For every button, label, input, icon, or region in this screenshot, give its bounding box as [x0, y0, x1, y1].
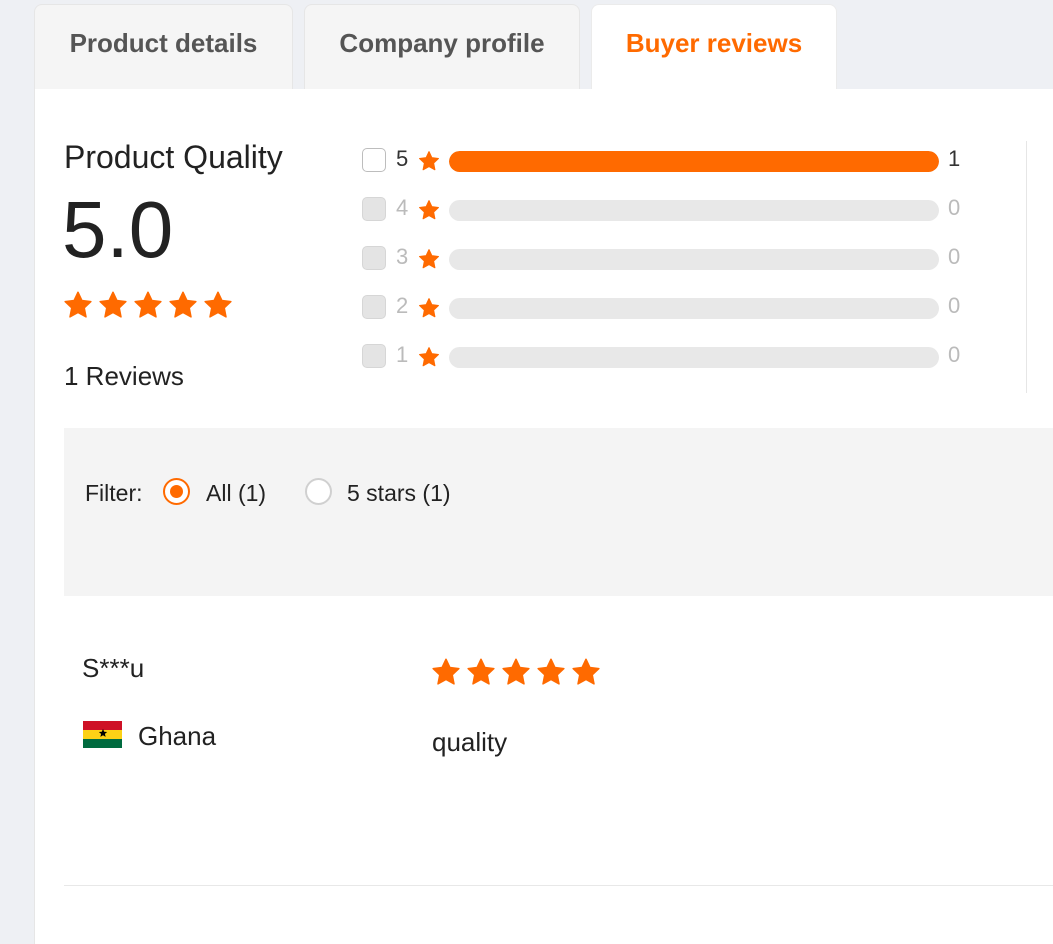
review-stars — [431, 657, 601, 687]
star-icon — [63, 290, 93, 320]
star-icon — [536, 657, 566, 687]
filter-all-radio[interactable] — [163, 478, 190, 505]
filter-all-label[interactable]: All (1) — [206, 480, 266, 507]
star-icon — [501, 657, 531, 687]
rating-row-4: 40 — [362, 195, 1002, 225]
rating-bar — [449, 249, 939, 270]
rating-row-2: 20 — [362, 293, 1002, 323]
rating-number: 5 — [396, 146, 409, 171]
rating-bar — [449, 298, 939, 319]
product-quality-score: 5.0 — [62, 185, 174, 274]
rating-count: 1 — [948, 146, 961, 171]
rating-row-5: 51 — [362, 146, 1002, 176]
rating-bar — [449, 347, 939, 368]
vertical-divider — [1026, 141, 1027, 393]
tab-company-profile[interactable]: Company profile — [304, 4, 580, 90]
ghana-flag-icon — [83, 721, 122, 748]
rating-count: 0 — [948, 195, 961, 220]
tab-buyer-reviews[interactable]: Buyer reviews — [591, 4, 837, 91]
rating-checkbox[interactable] — [362, 246, 386, 270]
star-icon — [418, 297, 440, 319]
star-icon — [418, 346, 440, 368]
rating-checkbox[interactable] — [362, 344, 386, 368]
rating-checkbox[interactable] — [362, 148, 386, 172]
tab-bar: Product details Company profile Buyer re… — [34, 4, 1053, 91]
rating-number: 1 — [396, 342, 409, 367]
rating-checkbox[interactable] — [362, 197, 386, 221]
star-icon — [203, 290, 233, 320]
tab-product-details[interactable]: Product details — [34, 4, 293, 90]
star-icon — [418, 150, 440, 172]
filter-5-stars-radio[interactable] — [305, 478, 332, 505]
filter-label: Filter: — [85, 480, 143, 506]
filter-bar: Filter: All (1) 5 stars (1) — [64, 428, 1053, 596]
rating-count: 0 — [948, 342, 961, 367]
filter-5-stars-label[interactable]: 5 stars (1) — [347, 480, 451, 507]
star-icon — [168, 290, 198, 320]
rating-row-1: 10 — [362, 342, 1002, 372]
rating-number: 2 — [396, 293, 409, 318]
product-quality-title: Product Quality — [64, 139, 283, 175]
rating-count: 0 — [948, 244, 961, 269]
rating-bar — [449, 151, 939, 172]
review-text: quality — [432, 727, 508, 757]
star-icon — [418, 199, 440, 221]
star-icon — [418, 248, 440, 270]
rating-bar-fill — [449, 151, 939, 172]
review-divider — [64, 885, 1053, 886]
review-count: 1 Reviews — [64, 361, 184, 391]
rating-row-3: 30 — [362, 244, 1002, 274]
star-icon — [98, 290, 128, 320]
reviewer-name: S***u — [82, 653, 145, 683]
star-icon — [571, 657, 601, 687]
rating-bar — [449, 200, 939, 221]
rating-number: 4 — [396, 195, 409, 220]
rating-checkbox[interactable] — [362, 295, 386, 319]
star-icon — [466, 657, 496, 687]
reviews-panel: Product Quality 5.0 1 Reviews 5140302010… — [34, 89, 1053, 944]
rating-count: 0 — [948, 293, 961, 318]
product-quality-stars — [63, 290, 233, 320]
reviewer-country: Ghana — [138, 721, 217, 751]
rating-number: 3 — [396, 244, 409, 269]
star-icon — [133, 290, 163, 320]
star-icon — [431, 657, 461, 687]
